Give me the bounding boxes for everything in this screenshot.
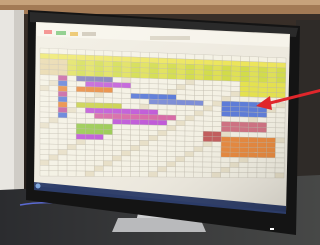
photograph xyxy=(0,0,320,245)
power-led xyxy=(270,228,274,230)
scene-svg xyxy=(0,0,320,245)
shelf-highlight xyxy=(0,0,320,5)
screen-glare xyxy=(34,22,290,212)
